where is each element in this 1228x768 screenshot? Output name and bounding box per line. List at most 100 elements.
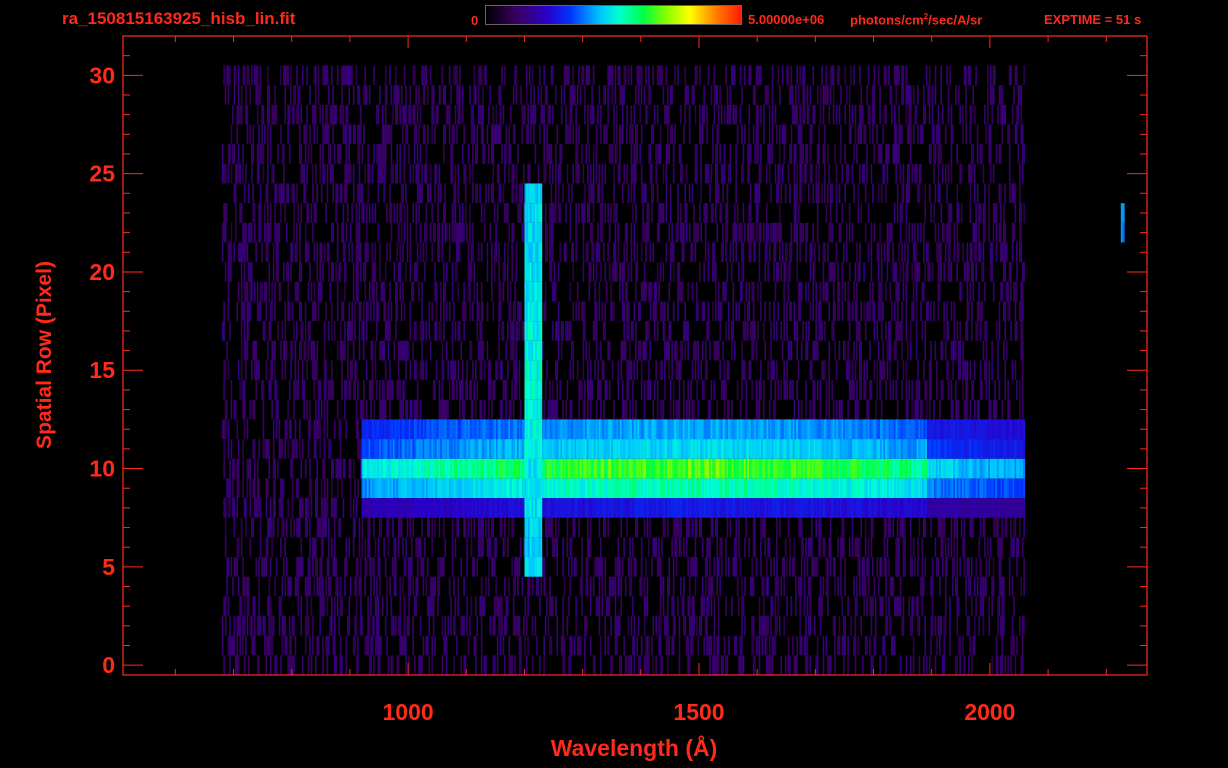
noise-pixel	[719, 203, 721, 223]
noise-pixel	[940, 517, 943, 538]
noise-pixel	[345, 635, 348, 656]
noise-pixel	[651, 557, 653, 577]
noise-pixel	[221, 242, 224, 263]
noise-pixel	[787, 281, 790, 302]
noise-pixel	[895, 380, 897, 400]
noise-pixel	[422, 242, 425, 263]
noise-pixel	[594, 557, 596, 577]
noise-pixel	[549, 596, 551, 617]
noise-pixel	[731, 340, 733, 361]
noise-pixel	[656, 380, 659, 400]
noise-pixel	[323, 458, 326, 479]
noise-pixel	[741, 380, 743, 400]
noise-pixel	[697, 340, 700, 361]
noise-pixel	[518, 635, 521, 656]
noise-pixel	[827, 183, 829, 204]
noise-pixel	[240, 242, 243, 263]
noise-pixel	[371, 242, 374, 263]
noise-pixel	[697, 360, 700, 381]
noise-pixel	[419, 222, 422, 243]
noise-pixel	[470, 399, 473, 420]
noise-pixel	[1010, 537, 1012, 558]
noise-pixel	[291, 242, 294, 263]
noise-pixel	[431, 596, 433, 617]
noise-pixel	[957, 203, 960, 223]
noise-pixel	[520, 203, 522, 223]
noise-pixel	[768, 537, 771, 558]
noise-pixel	[344, 576, 346, 597]
noise-pixel	[348, 321, 351, 341]
noise-pixel	[432, 222, 435, 243]
noise-pixel	[470, 242, 473, 263]
noise-pixel	[579, 380, 582, 400]
noise-pixel	[268, 321, 271, 341]
noise-pixel	[950, 301, 953, 322]
noise-pixel	[495, 222, 497, 243]
noise-pixel	[600, 222, 602, 243]
noise-pixel	[748, 281, 751, 302]
noise-pixel	[821, 596, 823, 617]
noise-pixel	[402, 183, 404, 204]
noise-pixel	[364, 537, 367, 558]
noise-pixel	[905, 262, 908, 282]
noise-pixel	[313, 576, 316, 597]
noise-pixel	[309, 399, 311, 420]
noise-pixel	[544, 203, 547, 223]
noise-pixel	[754, 537, 756, 558]
noise-pixel	[1008, 399, 1011, 420]
noise-pixel	[925, 380, 928, 400]
noise-pixel	[235, 222, 237, 243]
noise-pixel	[352, 183, 355, 204]
noise-pixel	[249, 281, 252, 302]
noise-pixel	[1011, 576, 1014, 597]
noise-pixel	[275, 419, 278, 440]
noise-pixel	[796, 340, 799, 361]
noise-pixel	[703, 262, 705, 282]
noise-pixel	[256, 616, 259, 636]
noise-pixel	[300, 498, 303, 518]
noise-pixel	[751, 380, 753, 400]
noise-pixel	[781, 242, 784, 263]
noise-pixel	[717, 596, 720, 617]
noise-pixel	[853, 380, 855, 400]
noise-pixel	[768, 301, 771, 322]
noise-pixel	[262, 163, 265, 184]
noise-pixel	[870, 537, 873, 558]
noise-pixel	[1021, 360, 1024, 381]
noise-pixel	[223, 596, 225, 617]
noise-pixel	[597, 557, 599, 577]
noise-pixel	[459, 242, 461, 263]
noise-pixel	[342, 242, 345, 263]
noise-pixel	[886, 616, 889, 636]
noise-pixel	[488, 576, 490, 597]
noise-pixel	[422, 557, 425, 577]
noise-pixel	[475, 596, 477, 617]
noise-pixel	[971, 380, 973, 400]
noise-pixel	[989, 537, 992, 558]
noise-pixel	[643, 576, 646, 597]
noise-pixel	[476, 301, 479, 322]
noise-pixel	[960, 203, 963, 223]
noise-pixel	[399, 576, 401, 597]
noise-pixel	[687, 557, 689, 577]
noise-pixel	[672, 242, 675, 263]
noise-pixel	[320, 183, 323, 204]
noise-pixel	[293, 222, 295, 243]
noise-pixel	[418, 281, 420, 302]
noise-pixel	[741, 655, 743, 675]
noise-pixel	[934, 616, 937, 636]
noise-pixel	[678, 517, 681, 538]
noise-pixel	[511, 517, 513, 538]
noise-pixel	[281, 478, 284, 499]
noise-pixel	[317, 380, 320, 400]
noise-pixel	[672, 399, 675, 420]
noise-pixel	[581, 380, 583, 400]
noise-pixel	[552, 203, 554, 223]
noise-pixel	[936, 380, 938, 400]
noise-pixel	[531, 576, 534, 597]
noise-pixel	[413, 655, 416, 675]
noise-pixel	[581, 557, 583, 577]
noise-pixel	[870, 222, 873, 243]
noise-pixel	[432, 380, 435, 400]
noise-pixel	[985, 340, 988, 361]
